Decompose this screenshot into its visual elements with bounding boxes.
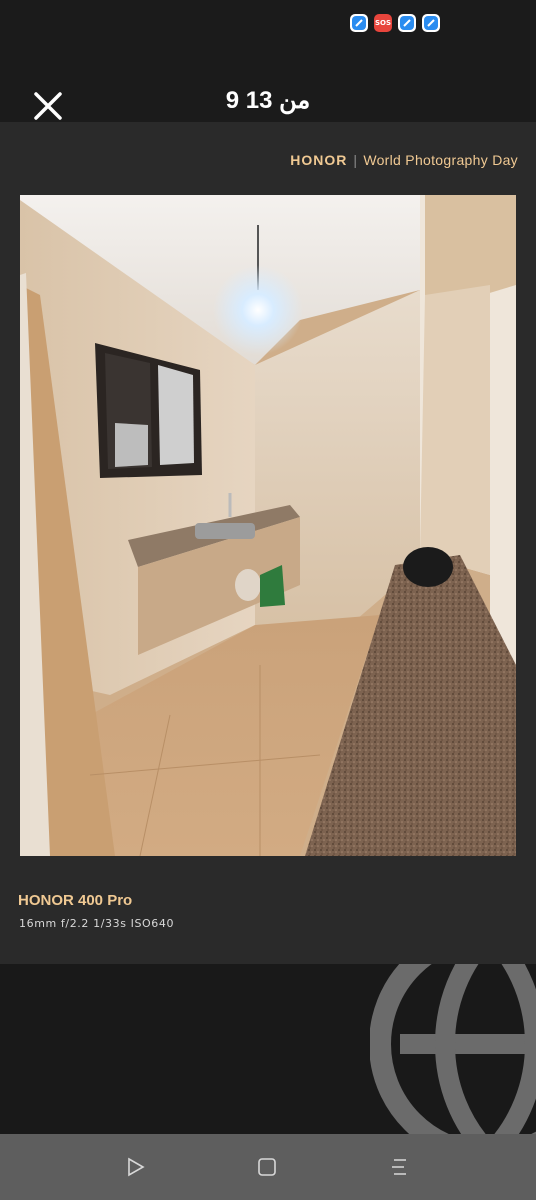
app-icon — [422, 14, 440, 32]
navigation-bar — [0, 1134, 536, 1200]
sos-icon: SOS — [374, 14, 392, 32]
image-counter: 9 من 13 — [225, 87, 311, 114]
back-button[interactable] — [124, 1156, 146, 1178]
camera-model: HONOR 400 Pro — [18, 892, 133, 909]
status-bar: SOS — [0, 0, 536, 48]
menu-lines-icon — [392, 1159, 406, 1175]
triangle-back-icon — [128, 1157, 145, 1177]
square-home-icon — [258, 1158, 276, 1176]
viewer-header: 9 من 13 — [0, 48, 536, 122]
home-button[interactable] — [256, 1156, 278, 1178]
photo-card: HONOR | World Photography Day HONOR 400 … — [0, 122, 536, 964]
app-icon — [398, 14, 416, 32]
room-photo[interactable] — [20, 195, 516, 856]
globe-icon — [370, 964, 536, 1134]
lower-area — [0, 964, 536, 1134]
status-icons: SOS — [350, 14, 440, 32]
camera-params: 16mm f/2.2 1/33s ISO640 — [19, 917, 175, 930]
watermark-text: World Photography Day — [363, 152, 518, 168]
app-icon — [350, 14, 368, 32]
recent-apps-button[interactable] — [388, 1156, 410, 1178]
photo-watermark: HONOR | World Photography Day — [290, 152, 518, 168]
watermark-brand: HONOR — [290, 152, 348, 168]
watermark-separator: | — [353, 152, 358, 168]
